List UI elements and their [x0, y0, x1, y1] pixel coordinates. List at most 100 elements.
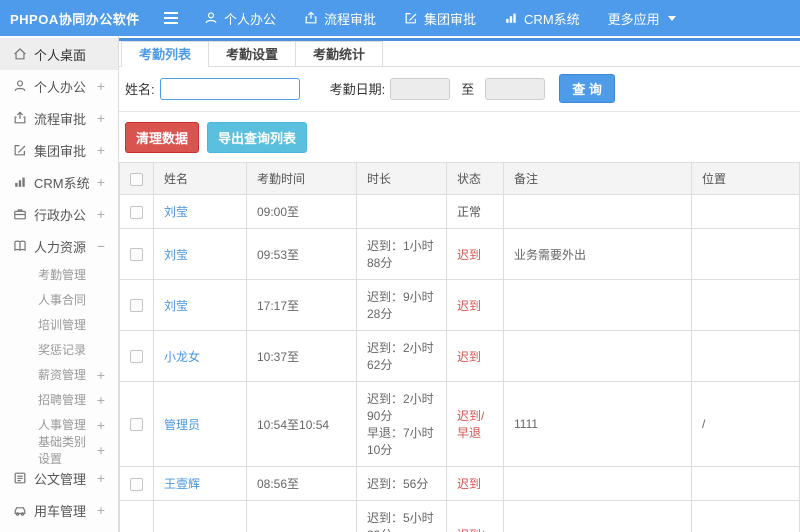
topnav-item-label: 流程审批: [324, 11, 377, 27]
sidebar-subitem-label: 人事合同: [38, 293, 87, 307]
topnav-item-personal-office[interactable]: 个人办公: [190, 0, 290, 36]
sidebar-item-personal-office[interactable]: 个人办公 +: [0, 70, 118, 102]
sidebar-subitem-base-category-settings[interactable]: 基础类别设置 +: [0, 435, 118, 466]
sidebar-subitem-attendance-management[interactable]: 考勤管理: [0, 262, 118, 287]
date-from-input[interactable]: [390, 77, 451, 100]
topnav-items: 个人办公 流程审批 集团审批 CRM系统 更多应用: [190, 0, 690, 36]
action-buttons: 清理数据 导出查询列表: [119, 112, 800, 162]
row-checkbox[interactable]: [130, 299, 143, 313]
expand-plus-icon: +: [96, 470, 105, 486]
table-header-row: 姓名 考勤时间 时长 状态 备注 位置: [119, 162, 800, 195]
duration-cell: 迟到：9小时28分: [356, 279, 447, 331]
sidebar-subitem-recruitment-management[interactable]: 招聘管理 +: [0, 387, 118, 412]
remark-cell: [503, 330, 692, 382]
car-icon: [13, 503, 27, 517]
home-icon: [13, 47, 27, 61]
topnav-item-label: 更多应用: [607, 11, 660, 27]
sidebar-subitem-reward-punishment[interactable]: 奖惩记录: [0, 337, 118, 362]
duration-cell: 迟到：5小时33分早退：4小时67分: [356, 500, 447, 532]
sidebar-item-human-resources[interactable]: 人力资源 −: [0, 230, 118, 262]
table-row: 黄蓉13:20至13:20迟到：5小时33分早退：4小时67分迟到/早退/: [119, 500, 800, 532]
employee-name-link[interactable]: 刘莹: [164, 205, 188, 219]
attendance-time-cell: 17:17至: [246, 279, 357, 331]
sidebar-item-vehicle-management[interactable]: 用车管理 +: [0, 494, 118, 526]
remark-cell: [503, 466, 692, 501]
header-name: 姓名: [153, 162, 247, 195]
header-duration: 时长: [356, 162, 447, 195]
topnav-item-workflow-approval[interactable]: 流程审批: [290, 0, 390, 36]
topnav-item-more-apps[interactable]: 更多应用: [594, 0, 690, 36]
status-badge: 迟到: [457, 247, 482, 262]
tab-attendance-settings[interactable]: 考勤设置: [208, 41, 297, 67]
row-checkbox[interactable]: [130, 205, 143, 219]
attendance-table: 姓名 考勤时间 时长 状态 备注 位置 刘莹 09:00至 正常 刘莹 09:53至 迟到…: [119, 162, 800, 532]
sidebar-subitem-training-management[interactable]: 培训管理: [0, 312, 118, 337]
location-cell: [691, 228, 800, 280]
status-badge: 迟到/早退: [457, 409, 485, 440]
expand-plus-icon: +: [96, 416, 105, 433]
status-badge: 迟到: [457, 298, 482, 313]
sidebar-subitem-label: 考勤管理: [38, 268, 87, 282]
employee-name-link[interactable]: 小龙女: [164, 350, 200, 364]
row-checkbox[interactable]: [130, 350, 143, 364]
expand-plus-icon: +: [96, 174, 105, 190]
row-checkbox[interactable]: [130, 418, 143, 432]
location-cell: /: [691, 500, 800, 532]
sidebar-item-label: 集团审批: [34, 143, 87, 159]
attendance-time-cell: 10:54至10:54: [246, 381, 357, 467]
expand-plus-icon: +: [96, 366, 105, 383]
sidebar-item-crm-system[interactable]: CRM系统 +: [0, 166, 118, 198]
sidebar-subitem-label: 基础类别设置: [38, 434, 87, 466]
flow-icon: [13, 111, 27, 125]
location-cell: [691, 466, 800, 501]
edit-icon: [13, 143, 27, 157]
query-button[interactable]: 查 询: [559, 74, 615, 103]
location-cell: [691, 330, 800, 382]
employee-name-link[interactable]: 管理员: [164, 418, 200, 432]
hamburger-icon: [163, 11, 179, 25]
sidebar-subitem-salary-management[interactable]: 薪资管理 +: [0, 362, 118, 387]
status-badge: 迟到: [457, 477, 482, 491]
sidebar-item-label: 个人办公: [34, 79, 87, 95]
topnav-item-label: 个人办公: [224, 11, 277, 27]
sidebar-item-workflow-approval[interactable]: 流程审批 +: [0, 102, 118, 134]
clean-data-button[interactable]: 清理数据: [125, 122, 200, 153]
search-form: 姓名: 考勤日期: 至 查 询: [119, 67, 800, 112]
header-time: 考勤时间: [246, 162, 357, 195]
name-label: 姓名:: [125, 82, 155, 97]
sidebar-item-document-management[interactable]: 公文管理 +: [0, 462, 118, 494]
sidebar-item-personal-desktop[interactable]: 个人桌面: [0, 38, 118, 70]
export-list-button[interactable]: 导出查询列表: [207, 122, 308, 153]
sidebar-subitem-hr-contract[interactable]: 人事合同: [0, 287, 118, 312]
remark-cell: 1111: [503, 381, 692, 467]
main-layout: 个人桌面 个人办公 + 流程审批 + 集团审批 + CRM系统 + 行政办公 + 人力资源 − 考勤管理人…: [0, 36, 800, 532]
sidebar-item-group-approval[interactable]: 集团审批 +: [0, 134, 118, 166]
topnav-item-label: CRM系统: [524, 11, 580, 27]
app-logo: PHPOA协同办公软件: [10, 11, 140, 27]
topnav-item-group-approval[interactable]: 集团审批: [390, 0, 490, 36]
row-checkbox[interactable]: [130, 248, 143, 262]
location-cell: [691, 279, 800, 331]
date-to-input[interactable]: [485, 77, 546, 100]
topnav-item-crm-system[interactable]: CRM系统: [490, 0, 594, 36]
tab-attendance-list[interactable]: 考勤列表: [121, 41, 210, 67]
employee-name-link[interactable]: 王壹辉: [164, 477, 200, 491]
table-row: 小龙女 10:37至 迟到：2小时62分 迟到: [119, 330, 800, 382]
briefcase-icon: [13, 207, 27, 221]
sidebar-item-admin-office[interactable]: 行政办公 +: [0, 198, 118, 230]
name-search-input[interactable]: [159, 77, 300, 100]
menu-toggle-button[interactable]: [152, 11, 190, 25]
select-all-checkbox[interactable]: [130, 172, 143, 186]
chart-icon: [504, 11, 518, 25]
row-checkbox[interactable]: [130, 477, 143, 491]
tab-attendance-stats[interactable]: 考勤统计: [295, 41, 384, 67]
sidebar-item-label: 个人桌面: [34, 47, 87, 63]
duration-cell: [356, 194, 447, 229]
tab-bar: 考勤列表 考勤设置 考勤统计: [119, 41, 800, 67]
employee-name-link[interactable]: 刘莹: [164, 248, 188, 262]
expand-plus-icon: +: [96, 441, 105, 458]
sidebar-item-archive-management[interactable]: 档案管理+: [0, 526, 118, 532]
sidebar-subitem-label: 招聘管理: [38, 393, 87, 407]
date-label: 考勤日期:: [329, 82, 386, 97]
employee-name-link[interactable]: 刘莹: [164, 299, 188, 313]
